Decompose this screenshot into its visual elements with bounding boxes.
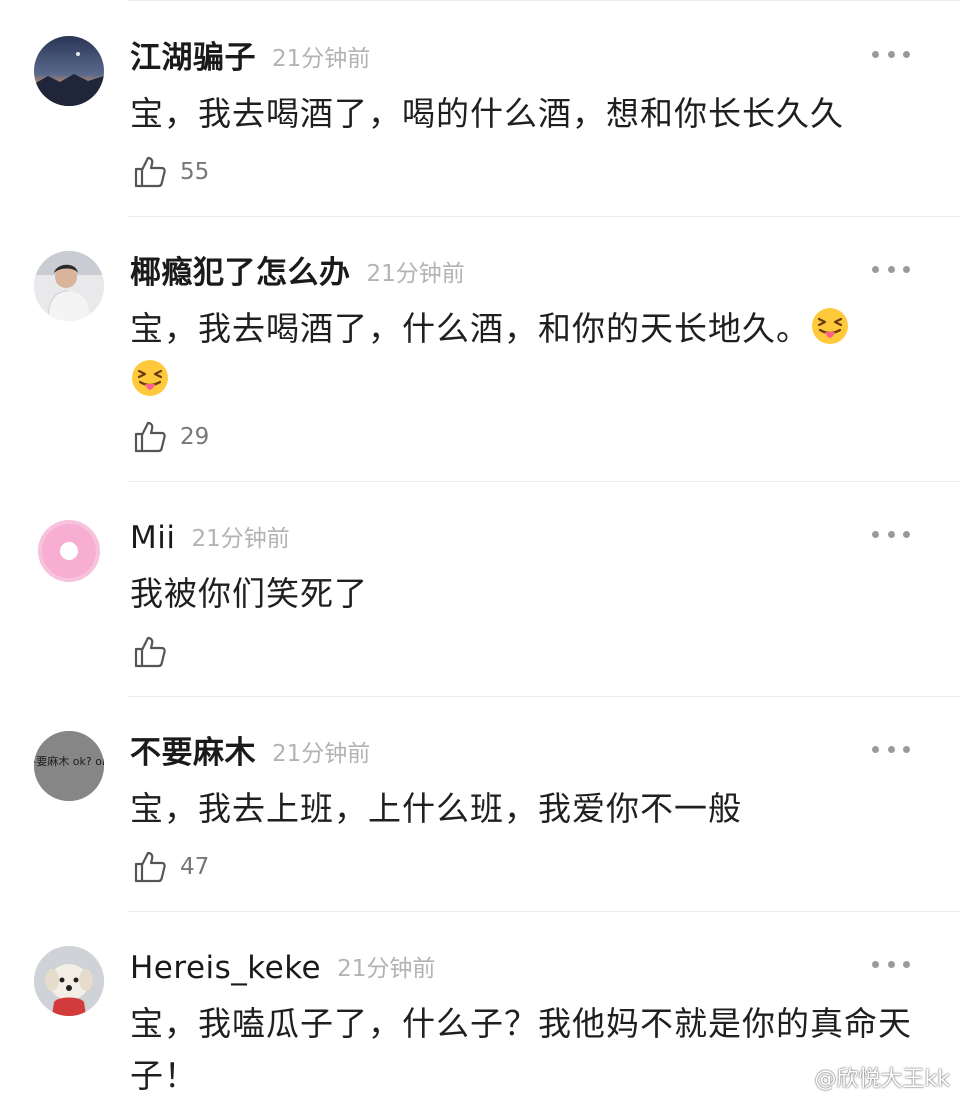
ellipsis-icon[interactable] <box>872 954 910 974</box>
weibo-logo-icon <box>778 1067 811 1092</box>
username[interactable]: Hereis_keke <box>130 946 321 990</box>
avatar[interactable] <box>34 516 104 586</box>
like-button[interactable]: 29 <box>132 417 209 457</box>
like-button[interactable]: 55 <box>132 152 209 192</box>
username[interactable]: 不要麻木 <box>130 731 256 775</box>
thumbs-up-icon <box>134 421 166 453</box>
comment-header: 椰瘾犯了怎么办 21分钟前 <box>130 251 465 295</box>
timestamp: 21分钟前 <box>272 46 371 72</box>
timestamp: 21分钟前 <box>366 261 465 287</box>
comment-text-body: 宝，我去喝酒了，什么酒，和你的天长地久。 <box>130 309 810 348</box>
avatar-pink-donut <box>34 516 104 586</box>
username[interactable]: Mii <box>130 516 175 560</box>
thumbs-up-icon <box>134 851 166 883</box>
avatar[interactable] <box>34 36 104 106</box>
squinting-face-with-tongue-icon <box>132 360 168 396</box>
ellipsis-icon[interactable] <box>872 259 910 279</box>
divider <box>128 911 960 912</box>
watermark-text: @欣悦大王kk <box>814 1067 950 1092</box>
comment-text: 我被你们笑死了 <box>130 574 368 613</box>
timestamp: 21分钟前 <box>191 526 290 552</box>
timestamp: 21分钟前 <box>272 741 371 767</box>
timestamp: 21分钟前 <box>337 956 436 982</box>
avatar[interactable]: 不要麻木 ok? ok! <box>34 731 104 801</box>
avatar-handwritten-text: 不要麻木 ok? ok! <box>34 731 104 801</box>
comment-text: 宝，我去上班，上什么班，我爱你不一般 <box>130 789 742 828</box>
comment-header: Mii 21分钟前 <box>130 516 290 560</box>
watermark: @欣悦大王kk <box>777 1059 950 1095</box>
divider <box>128 216 960 217</box>
username[interactable]: 江湖骗子 <box>130 36 256 80</box>
thumbs-up-icon <box>134 156 166 188</box>
svg-text:不要麻木 ok? ok!: 不要麻木 ok? ok! <box>34 754 104 768</box>
comment-header: 不要麻木 21分钟前 <box>130 731 370 775</box>
avatar[interactable] <box>34 946 104 1016</box>
avatar-person-photo <box>34 251 104 321</box>
thumbs-up-icon <box>134 636 166 668</box>
like-count: 29 <box>180 424 210 450</box>
like-count: 47 <box>180 854 210 880</box>
ellipsis-icon[interactable] <box>872 524 910 544</box>
username[interactable]: 椰瘾犯了怎么办 <box>130 251 351 295</box>
comment-header: Hereis_keke 21分钟前 <box>130 946 435 990</box>
top-divider <box>128 0 960 1</box>
comment-header: 江湖骗子 21分钟前 <box>130 36 370 80</box>
like-count: 55 <box>180 159 210 185</box>
divider <box>128 696 960 697</box>
squinting-face-with-tongue-icon <box>812 308 848 344</box>
divider <box>128 481 960 482</box>
avatar-night-sky-image <box>34 36 104 106</box>
avatar-white-puppy <box>34 946 104 1016</box>
comment-text: 宝，我去喝酒了，什么酒，和你的天长地久。 <box>130 303 890 407</box>
comment-text: 宝，我去喝酒了，喝的什么酒，想和你长长久久 <box>130 94 844 133</box>
ellipsis-icon[interactable] <box>872 44 910 64</box>
avatar[interactable] <box>34 251 104 321</box>
ellipsis-icon[interactable] <box>872 739 910 759</box>
like-button[interactable] <box>132 632 168 672</box>
like-button[interactable]: 47 <box>132 847 209 887</box>
